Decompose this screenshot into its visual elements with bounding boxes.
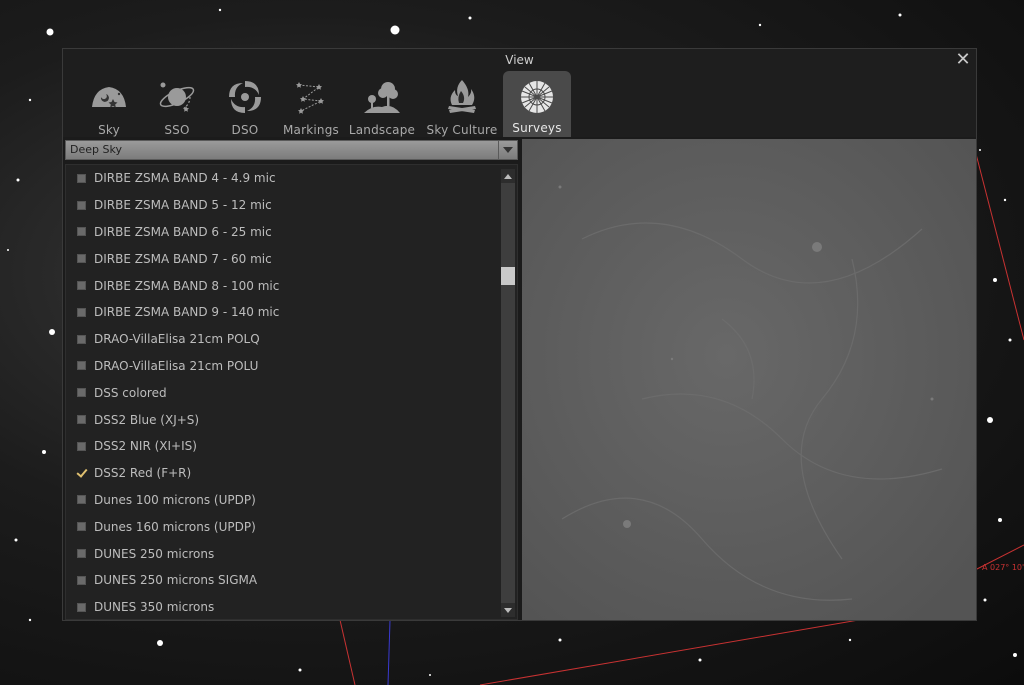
list-item[interactable]: DRAO-VillaElisa 21cm POLU <box>66 353 498 380</box>
tab-label: Surveys <box>512 121 562 135</box>
survey-label: DSS2 NIR (XI+IS) <box>94 439 197 454</box>
sky-icon <box>92 87 126 108</box>
survey-label: DRAO-VillaElisa 21cm POLQ <box>94 332 260 347</box>
survey-checkbox[interactable] <box>77 602 86 612</box>
list-item[interactable]: Dunes 100 microns (UPDP) <box>66 487 498 514</box>
tab-sky-culture[interactable]: Sky Culture <box>421 71 503 137</box>
list-item[interactable]: Dunes 160 microns (UPDP) <box>66 513 498 540</box>
list-item[interactable]: DIRBE ZSMA BAND 8 - 100 mic <box>66 272 498 299</box>
tab-label: SSO <box>164 123 190 137</box>
list-item[interactable]: DSS2 Blue (XJ+S) <box>66 406 498 433</box>
tab-label: Sky <box>98 123 120 137</box>
survey-label: DIRBE ZSMA BAND 4 - 4.9 mic <box>94 171 276 186</box>
selected-category: Deep Sky <box>70 143 122 156</box>
dialog-title[interactable]: View <box>63 49 976 71</box>
survey-checkbox[interactable] <box>77 200 86 210</box>
markings-icon <box>296 82 324 114</box>
survey-preview-image <box>522 139 976 620</box>
survey-checkbox-checked[interactable] <box>77 469 86 478</box>
nebula-preview-graphic <box>522 139 976 620</box>
survey-label: DUNES 250 microns SIGMA <box>94 573 258 588</box>
list-item[interactable]: DIRBE ZSMA BAND 4 - 4.9 mic <box>66 165 498 192</box>
solar-system-icon <box>159 82 195 112</box>
survey-checkbox[interactable] <box>77 522 86 532</box>
list-item[interactable]: DRAO-VillaElisa 21cm POLQ <box>66 326 498 353</box>
list-item[interactable]: DIRBE ZSMA BAND 7 - 60 mic <box>66 245 498 272</box>
grid-coordinate-label: A 027° 10'4 <box>982 563 1024 572</box>
survey-label: DIRBE ZSMA BAND 5 - 12 mic <box>94 198 272 213</box>
list-item[interactable]: DUNES 250 microns <box>66 540 498 567</box>
survey-checkbox[interactable] <box>77 361 86 371</box>
scroll-down-arrow-icon[interactable] <box>501 603 515 617</box>
view-tabs: Sky SSO DSO Markings Landscape Sky Cultu… <box>75 71 571 137</box>
survey-label: DIRBE ZSMA BAND 9 - 140 mic <box>94 305 280 320</box>
survey-checkbox[interactable] <box>77 227 86 237</box>
list-item[interactable]: DSS2 NIR (XI+IS) <box>66 433 498 460</box>
close-button[interactable]: ✕ <box>952 49 974 71</box>
list-item[interactable]: DSS2 Red (F+R) <box>66 460 498 487</box>
list-item[interactable]: DIRBE ZSMA BAND 5 - 12 mic <box>66 192 498 219</box>
survey-label: DRAO-VillaElisa 21cm POLU <box>94 358 259 373</box>
survey-checkbox[interactable] <box>77 388 86 398</box>
survey-checkbox[interactable] <box>77 549 86 559</box>
tab-label: Landscape <box>348 123 416 137</box>
survey-label: DSS2 Blue (XJ+S) <box>94 412 200 427</box>
survey-checkbox[interactable] <box>77 307 86 317</box>
landscape-icon <box>364 82 400 113</box>
list-item[interactable]: DUNES 350 microns <box>66 594 498 619</box>
list-scrollbar[interactable] <box>501 169 515 617</box>
survey-checkbox[interactable] <box>77 254 86 264</box>
survey-checkbox[interactable] <box>77 334 86 344</box>
surveys-sphere-icon <box>521 81 553 113</box>
galaxy-icon <box>229 81 261 113</box>
survey-label: Dunes 160 microns (UPDP) <box>94 519 256 534</box>
survey-list: DIRBE ZSMA BAND 4 - 4.9 mic DIRBE ZSMA B… <box>65 164 518 620</box>
tab-markings[interactable]: Markings <box>279 71 343 137</box>
survey-label: Dunes 100 microns (UPDP) <box>94 492 256 507</box>
tab-landscape[interactable]: Landscape <box>343 71 421 137</box>
survey-label: DUNES 250 microns <box>94 546 215 561</box>
survey-label: DUNES 350 microns <box>94 600 215 615</box>
survey-label: DSS colored <box>94 385 167 400</box>
survey-checkbox[interactable] <box>77 173 86 183</box>
view-dialog: View ✕ Sky SSO DSO Markings Landscape Sk… <box>62 48 977 621</box>
tab-sky[interactable]: Sky <box>75 71 143 137</box>
scroll-up-arrow-icon[interactable] <box>501 169 515 183</box>
list-item[interactable]: DUNES 250 microns SIGMA <box>66 567 498 594</box>
list-item[interactable]: DIRBE ZSMA BAND 9 - 140 mic <box>66 299 498 326</box>
tab-surveys[interactable]: Surveys <box>503 71 571 137</box>
tab-dso[interactable]: DSO <box>211 71 279 137</box>
list-item[interactable]: DIRBE ZSMA BAND 6 - 25 mic <box>66 219 498 246</box>
survey-category-select[interactable]: Deep Sky <box>65 140 518 160</box>
surveys-panel: Deep Sky DIRBE ZSMA BAND 4 - 4.9 mic DIR… <box>63 137 976 620</box>
survey-checkbox[interactable] <box>77 495 86 505</box>
chevron-down-icon[interactable] <box>498 141 517 159</box>
survey-checkbox[interactable] <box>77 441 86 451</box>
survey-checkbox[interactable] <box>77 415 86 425</box>
survey-checkbox[interactable] <box>77 575 86 585</box>
scroll-track[interactable] <box>501 183 515 603</box>
survey-label: DIRBE ZSMA BAND 6 - 25 mic <box>94 224 272 239</box>
tab-label: DSO <box>231 123 259 137</box>
survey-label: DIRBE ZSMA BAND 8 - 100 mic <box>94 278 280 293</box>
survey-checkbox[interactable] <box>77 281 86 291</box>
scroll-thumb[interactable] <box>501 267 515 285</box>
survey-label: DIRBE ZSMA BAND 7 - 60 mic <box>94 251 272 266</box>
campfire-icon <box>448 80 476 113</box>
list-item[interactable]: DSS colored <box>66 379 498 406</box>
tab-label: Sky Culture <box>426 123 498 137</box>
tab-label: Markings <box>283 123 339 137</box>
survey-label: DSS2 Red (F+R) <box>94 466 192 481</box>
tab-sso[interactable]: SSO <box>143 71 211 137</box>
